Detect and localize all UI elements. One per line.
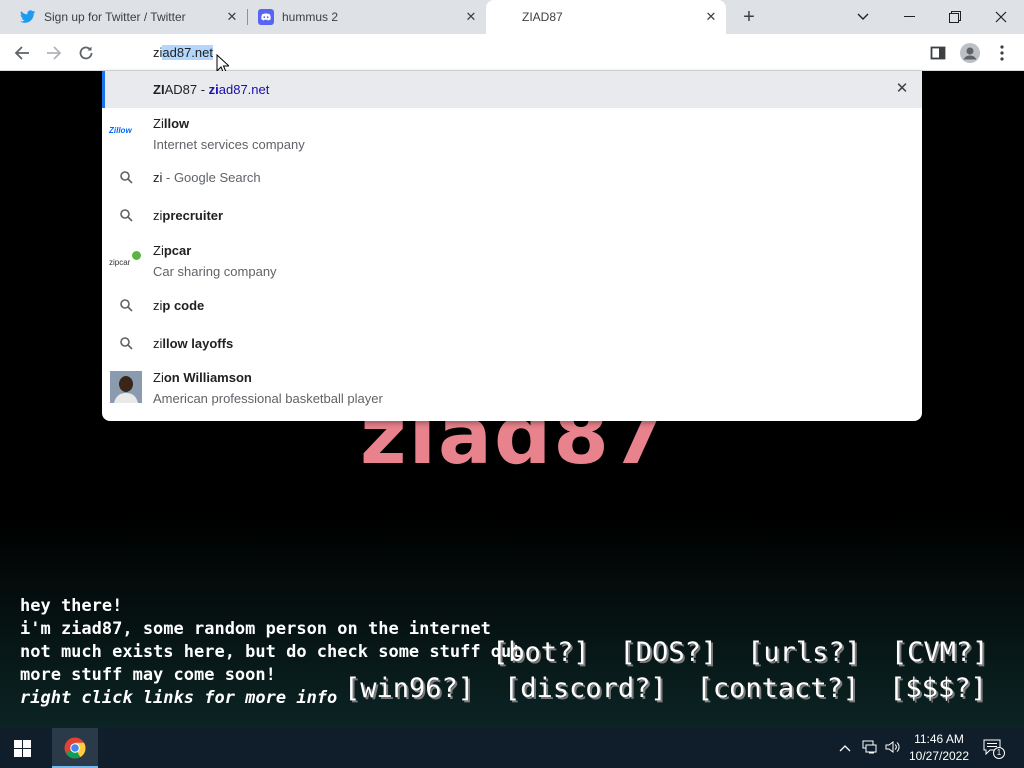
windows-taskbar: 11:46 AM 10/27/2022 1 bbox=[0, 728, 1024, 768]
tab-discord[interactable]: hummus 2 ✕ bbox=[248, 0, 486, 34]
clock-date[interactable]: 10/27/2022 bbox=[906, 749, 972, 763]
close-tab-icon[interactable]: ✕ bbox=[704, 10, 718, 24]
suggestion-ziprecruiter[interactable]: ziprecruiter bbox=[102, 196, 922, 234]
suggestion-ziad87[interactable]: ZIAD87 - ziad87.net ✕ bbox=[102, 71, 922, 108]
minimize-button[interactable] bbox=[886, 0, 932, 34]
suggestion-zillow-layoffs[interactable]: zillow layoffs bbox=[102, 324, 922, 362]
taskbar-chrome-button[interactable] bbox=[52, 728, 98, 768]
suggestion-match: p code bbox=[162, 298, 205, 313]
back-button[interactable] bbox=[8, 39, 36, 67]
suggestion-text: zi bbox=[153, 298, 163, 313]
notification-count-badge: 1 bbox=[993, 747, 1005, 759]
tab-search-button[interactable] bbox=[840, 0, 886, 34]
suggestion-text: zi bbox=[153, 336, 163, 351]
search-icon bbox=[118, 207, 134, 223]
side-panel-icon[interactable] bbox=[924, 39, 952, 67]
suggestion-text: AD87 - bbox=[164, 82, 209, 97]
restore-button[interactable] bbox=[932, 0, 978, 34]
tab-title: Sign up for Twitter / Twitter bbox=[44, 10, 186, 24]
autocomplete-selection: ad87.net bbox=[162, 45, 213, 60]
network-icon[interactable] bbox=[862, 740, 878, 759]
new-tab-button[interactable]: + bbox=[738, 6, 760, 28]
notifications-icon[interactable]: 1 bbox=[983, 739, 1005, 760]
volume-icon[interactable] bbox=[885, 740, 901, 759]
link-bot[interactable]: [bot?] bbox=[492, 637, 590, 668]
suggestion-subtitle: American professional basketball player bbox=[153, 391, 383, 406]
typed-text: zi bbox=[153, 45, 163, 60]
suggestion-subtitle: Car sharing company bbox=[153, 264, 277, 279]
forward-button[interactable] bbox=[40, 39, 68, 67]
zipcar-logo-dot bbox=[132, 251, 141, 260]
suggestion-match: ZI bbox=[153, 82, 165, 97]
twitter-icon bbox=[20, 9, 36, 25]
suggestion-match: on Williamson bbox=[163, 370, 252, 385]
link-win96[interactable]: [win96?] bbox=[344, 673, 474, 704]
tab-twitter[interactable]: Sign up for Twitter / Twitter ✕ bbox=[0, 0, 247, 34]
close-tab-icon[interactable]: ✕ bbox=[464, 10, 478, 24]
suggestion-text: Zi bbox=[153, 370, 164, 385]
chrome-icon bbox=[64, 737, 86, 759]
intro-line: i'm ziad87, some random person on the in… bbox=[20, 619, 491, 639]
url-match: zi bbox=[208, 82, 219, 97]
omnibox-suggestions: ZIAD87 - ziad87.net ✕ Zillow Zillow Inte… bbox=[102, 71, 922, 421]
suggestion-text: Zi bbox=[153, 116, 164, 131]
address-bar-input[interactable]: ziad87.net bbox=[153, 44, 213, 61]
tab-title: ZIAD87 bbox=[522, 10, 563, 24]
remove-suggestion-icon[interactable]: ✕ bbox=[894, 81, 910, 97]
link-dos[interactable]: [DOS?] bbox=[620, 637, 718, 668]
suggestion-match: llow bbox=[163, 116, 190, 131]
link-money[interactable]: [$$$?] bbox=[889, 673, 987, 704]
zipcar-logo: zipcar bbox=[109, 258, 131, 267]
suggestion-zillow[interactable]: Zillow Zillow Internet services company bbox=[102, 108, 922, 158]
search-icon bbox=[118, 169, 134, 185]
link-discord[interactable]: [discord?] bbox=[504, 673, 667, 704]
close-tab-icon[interactable]: ✕ bbox=[225, 10, 239, 24]
suggestion-zion-williamson[interactable]: Zion Williamson American professional ba… bbox=[102, 362, 922, 412]
tab-ziad87[interactable]: ZIAD87 ✕ bbox=[486, 0, 726, 34]
discord-icon bbox=[258, 9, 274, 25]
reload-button[interactable] bbox=[72, 39, 100, 67]
zion-williamson-photo bbox=[110, 371, 142, 403]
suggestion-zipcar[interactable]: zipcar Zipcar Car sharing company bbox=[102, 234, 922, 286]
links-row-2: [win96?] [discord?] [contact?] [$$$?] bbox=[344, 673, 987, 704]
browser-toolbar: ziad87.net bbox=[0, 34, 1024, 75]
intro-line: not much exists here, but do check some … bbox=[20, 642, 522, 662]
link-urls[interactable]: [urls?] bbox=[747, 637, 861, 668]
suggestion-google-search[interactable]: zi - Google Search bbox=[102, 158, 922, 196]
clock-time[interactable]: 11:46 AM bbox=[910, 732, 968, 746]
intro-line: hey there! bbox=[20, 596, 123, 616]
suggestion-hint: - Google Search bbox=[162, 170, 261, 185]
search-icon bbox=[118, 335, 134, 351]
links-row-1: [bot?] [DOS?] [urls?] [CVM?] bbox=[492, 637, 988, 668]
suggestion-match: llow layoffs bbox=[162, 336, 234, 351]
suggestion-text: Zi bbox=[153, 243, 164, 258]
windows-start-icon[interactable] bbox=[14, 740, 31, 762]
menu-icon[interactable] bbox=[988, 39, 1016, 67]
show-hidden-icons-icon[interactable] bbox=[839, 741, 851, 755]
close-window-button[interactable] bbox=[978, 0, 1024, 34]
suggestion-match: precruiter bbox=[162, 208, 224, 223]
tab-strip: Sign up for Twitter / Twitter ✕ hummus 2… bbox=[0, 0, 1024, 34]
link-contact[interactable]: [contact?] bbox=[697, 673, 860, 704]
suggestion-subtitle: Internet services company bbox=[153, 137, 305, 152]
suggestion-url: ziad87.net bbox=[209, 82, 270, 97]
suggestion-zip-code[interactable]: zip code bbox=[102, 286, 922, 324]
zillow-logo: Zillow bbox=[109, 126, 132, 135]
suggestion-text: zi bbox=[153, 208, 163, 223]
search-icon bbox=[118, 297, 134, 313]
profile-avatar-icon[interactable] bbox=[956, 39, 984, 67]
suggestion-text: zi bbox=[153, 170, 163, 185]
url-rest: ad87.net bbox=[218, 82, 270, 97]
tab-title: hummus 2 bbox=[282, 10, 339, 24]
link-cvm[interactable]: [CVM?] bbox=[891, 637, 989, 668]
suggestion-match: pcar bbox=[163, 243, 192, 258]
